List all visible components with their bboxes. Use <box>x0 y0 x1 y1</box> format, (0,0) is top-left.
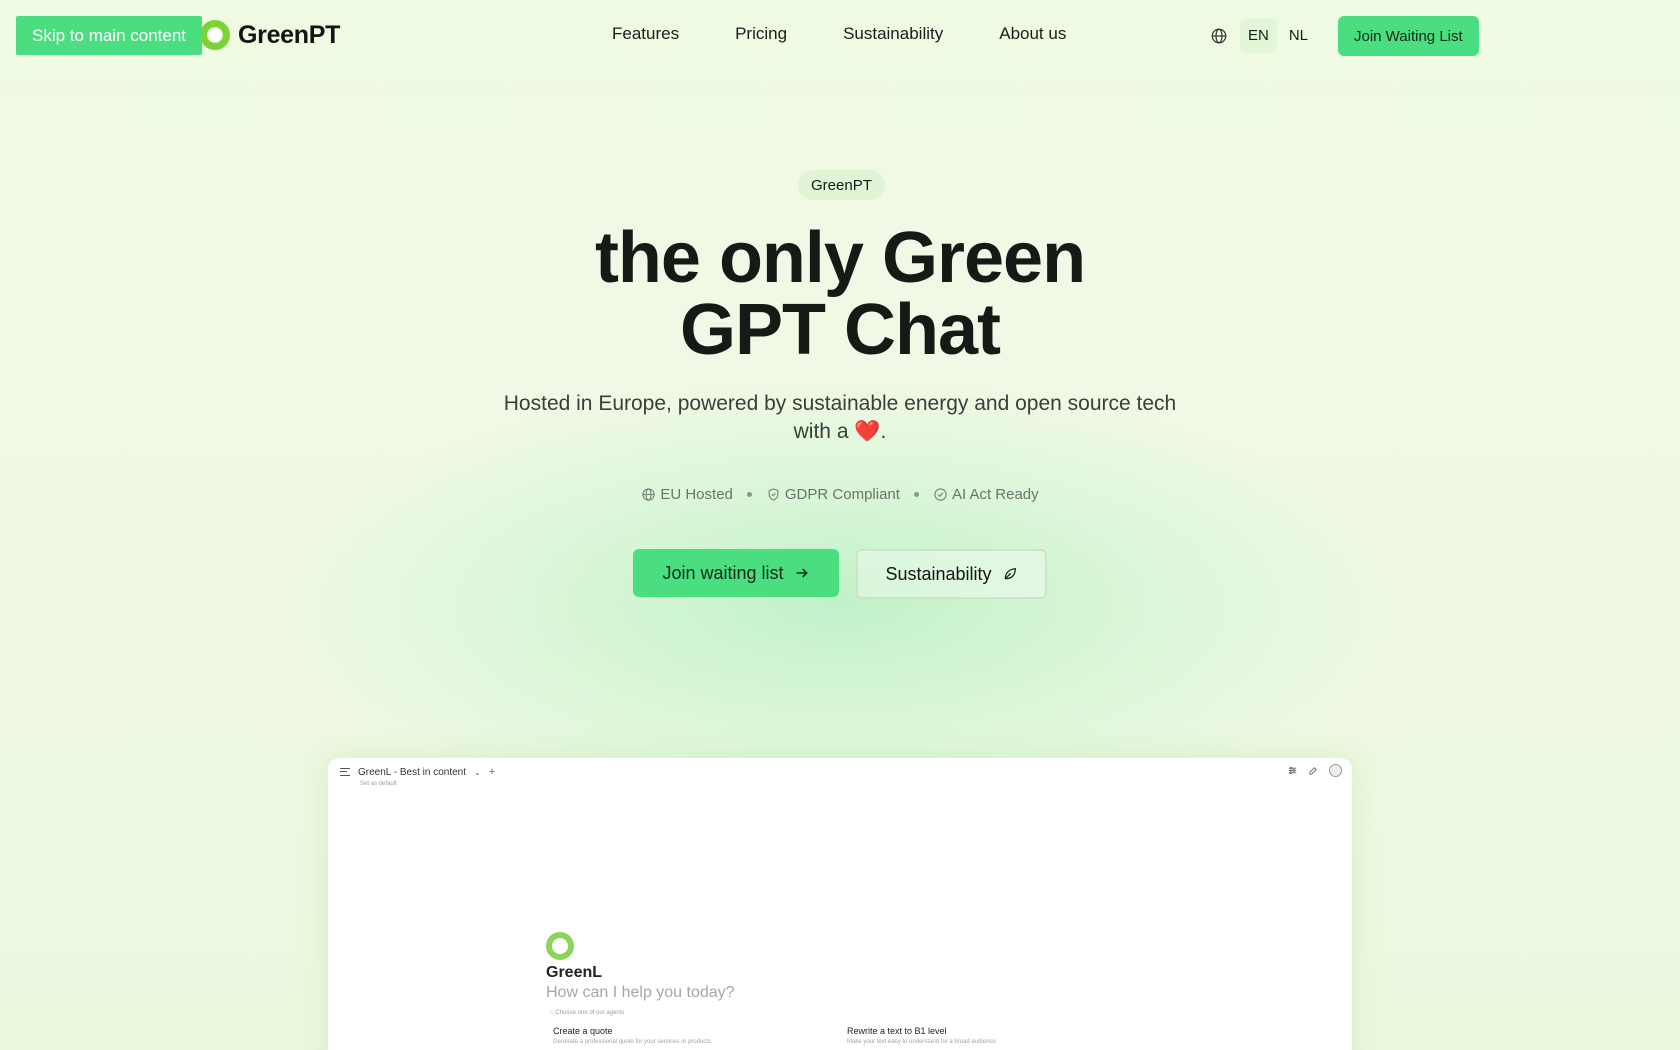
headline-line-1: the only Green <box>594 218 1086 298</box>
chevron-down-icon: ⌄ <box>474 767 481 777</box>
trust-item-gdpr: GDPR Compliant <box>766 486 900 503</box>
shield-check-icon <box>768 488 779 501</box>
preview-agents-hint: ○ Choose one of our agents <box>550 1010 625 1016</box>
trust-item-eu-hosted: EU Hosted <box>641 486 733 503</box>
globe-icon <box>642 488 656 501</box>
app-preview-card: GreenL - Best in content ⌄ + Set as defa… <box>328 758 1352 1050</box>
separator-dot <box>913 492 919 497</box>
plus-icon: + <box>488 766 496 778</box>
suggestion-title: Rewrite a text to B1 level <box>847 1026 947 1036</box>
trust-indicators: EU Hosted GDPR Compliant AI Act Ready <box>640 486 1040 503</box>
hero-subheading: Hosted in Europe, powered by sustainable… <box>490 390 1190 446</box>
language-switcher: EN NL <box>1210 18 1316 53</box>
check-circle-icon <box>934 488 947 501</box>
avatar <box>1329 764 1342 777</box>
hero-badge: GreenPT <box>798 170 885 200</box>
globe-icon <box>1211 28 1227 43</box>
nav-item-features[interactable]: Features <box>612 24 679 44</box>
suggestion-description: Generate a professional quote for your s… <box>553 1039 713 1045</box>
trust-item-ai-act: AI Act Ready <box>933 486 1039 503</box>
nav-item-sustainability[interactable]: Sustainability <box>843 24 943 44</box>
arrow-right-icon <box>796 568 808 578</box>
preview-prompt: How can I help you today? <box>546 984 735 1001</box>
preview-model-title: GreenL - Best in content <box>358 766 467 778</box>
main-nav: Features Pricing Sustainability About us <box>612 24 1066 44</box>
hero-headline: the only Green GPT Chat <box>440 222 1240 366</box>
headline-line-2: GPT Chat <box>679 290 1001 370</box>
join-waiting-list-button[interactable]: Join waiting list <box>633 549 839 597</box>
preview-toolbar: GreenL - Best in content ⌄ + <box>340 766 495 778</box>
suggestion-description: Make your text easy to understand for a … <box>847 1039 998 1045</box>
preview-set-default: Set as default <box>360 781 397 787</box>
sustainability-button[interactable]: Sustainability <box>856 549 1047 599</box>
language-nl-button[interactable]: NL <box>1281 18 1316 53</box>
brand-name: GreenPT <box>238 20 341 49</box>
brand-logo[interactable]: GreenPT <box>200 20 340 50</box>
background-glow <box>290 380 1390 820</box>
greenl-logo-icon <box>546 932 574 960</box>
suggestion-title: Create a quote <box>553 1026 613 1036</box>
sustainability-label: Sustainability <box>885 563 992 584</box>
leaf-icon <box>1004 567 1016 580</box>
edit-icon <box>1309 767 1317 775</box>
sliders-icon <box>1288 766 1297 775</box>
skip-to-content-link[interactable]: Skip to main content <box>16 16 203 55</box>
subheading-period: . <box>880 420 887 443</box>
nav-item-pricing[interactable]: Pricing <box>735 24 787 44</box>
preview-suggestion-card: Create a quote Generate a professional q… <box>553 1026 713 1045</box>
heart-icon: ❤️ <box>854 420 881 443</box>
preview-suggestion-card: Rewrite a text to B1 level Make your tex… <box>847 1026 997 1045</box>
separator-dot <box>746 492 752 497</box>
logo-ring-icon <box>200 20 230 50</box>
preview-toolbar-icons <box>1287 764 1342 777</box>
join-waiting-list-label: Join waiting list <box>662 562 784 583</box>
menu-icon <box>340 768 350 776</box>
subheading-text: Hosted in Europe, powered by sustainable… <box>503 392 1177 443</box>
preview-assistant-name: GreenL <box>546 964 603 981</box>
nav-item-about-us[interactable]: About us <box>999 24 1066 44</box>
language-en-button[interactable]: EN <box>1240 18 1277 53</box>
join-waiting-list-header-button[interactable]: Join Waiting List <box>1338 16 1479 56</box>
